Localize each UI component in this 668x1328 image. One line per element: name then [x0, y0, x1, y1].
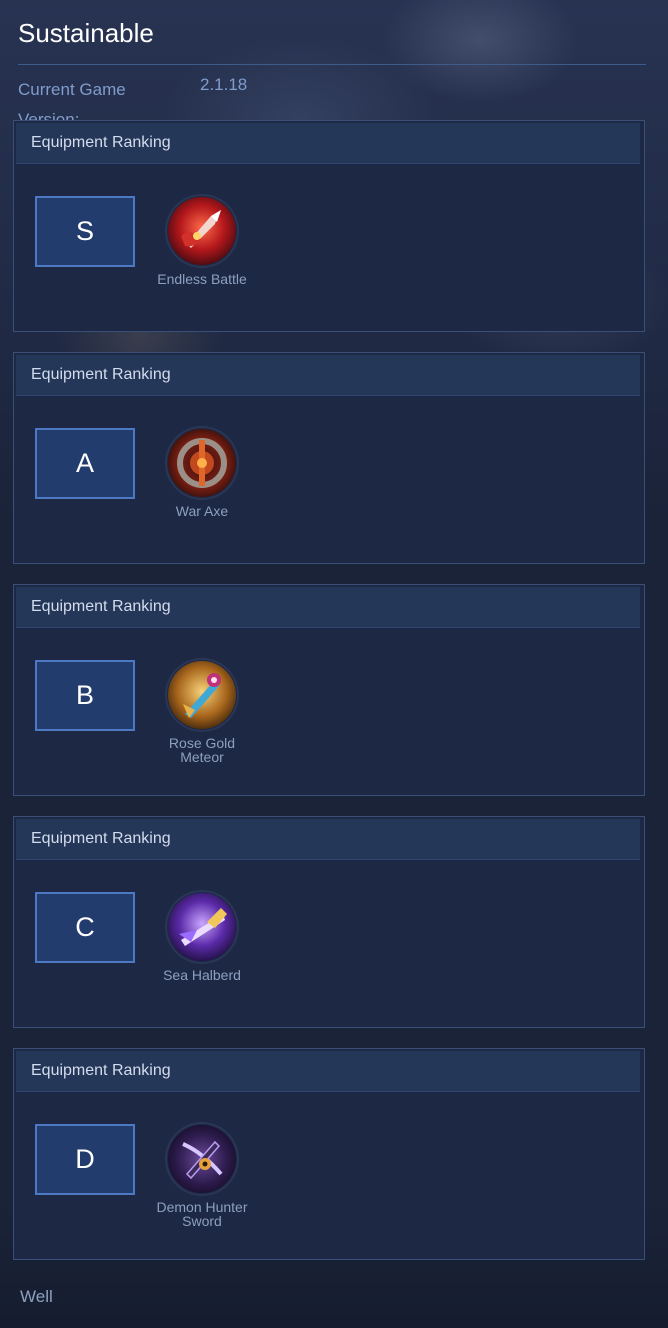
- item-sea-halberd[interactable]: Sea Halberd: [152, 892, 252, 982]
- card-title: Equipment Ranking: [31, 134, 171, 151]
- item-name: War Axe: [175, 503, 229, 519]
- item-rose-gold-meteor[interactable]: Rose Gold Meteor: [152, 660, 252, 764]
- card-title: Equipment Ranking: [31, 598, 171, 615]
- demon-hunter-sword-icon: [167, 1124, 237, 1194]
- sea-halberd-icon: [167, 892, 237, 962]
- title-divider: [18, 64, 646, 65]
- item-demon-hunter-sword[interactable]: Demon Hunter Sword: [152, 1124, 252, 1228]
- rank-badge-c: C: [35, 892, 135, 963]
- section-label-well: Well: [20, 1287, 53, 1306]
- card-title: Equipment Ranking: [31, 1062, 171, 1079]
- card-header: Equipment Ranking: [16, 819, 640, 860]
- rank-badge-a: A: [35, 428, 135, 499]
- card-title: Equipment Ranking: [31, 830, 171, 847]
- card-header: Equipment Ranking: [16, 355, 640, 396]
- equipment-ranking-card-s: Equipment Ranking S Endless Battle: [13, 120, 645, 332]
- item-name: Demon Hunter Sword: [156, 1199, 248, 1229]
- rank-badge-b: B: [35, 660, 135, 731]
- card-header: Equipment Ranking: [16, 123, 640, 164]
- item-war-axe[interactable]: War Axe: [152, 428, 252, 518]
- equipment-ranking-card-a: Equipment Ranking A War Axe: [13, 352, 645, 564]
- equipment-ranking-card-b: Equipment Ranking B Rose Gold Meteor: [13, 584, 645, 796]
- equipment-ranking-card-c: Equipment Ranking C Sea Halberd: [13, 816, 645, 1028]
- version-value: 2.1.18: [200, 75, 248, 94]
- endless-battle-icon: [167, 196, 237, 266]
- rank-badge-s: S: [35, 196, 135, 267]
- card-title: Equipment Ranking: [31, 366, 171, 383]
- item-name: Endless Battle: [157, 271, 247, 287]
- card-header: Equipment Ranking: [16, 1051, 640, 1092]
- rank-badge-d: D: [35, 1124, 135, 1195]
- item-endless-battle[interactable]: Endless Battle: [152, 196, 252, 286]
- rose-gold-meteor-icon: [167, 660, 237, 730]
- item-name: Rose Gold Meteor: [168, 735, 236, 765]
- equipment-ranking-card-d: Equipment Ranking D Demon Hunter Sword: [13, 1048, 645, 1260]
- card-header: Equipment Ranking: [16, 587, 640, 628]
- page-title: Sustainable: [18, 18, 154, 48]
- item-name: Sea Halberd: [163, 967, 241, 983]
- war-axe-icon: [167, 428, 237, 498]
